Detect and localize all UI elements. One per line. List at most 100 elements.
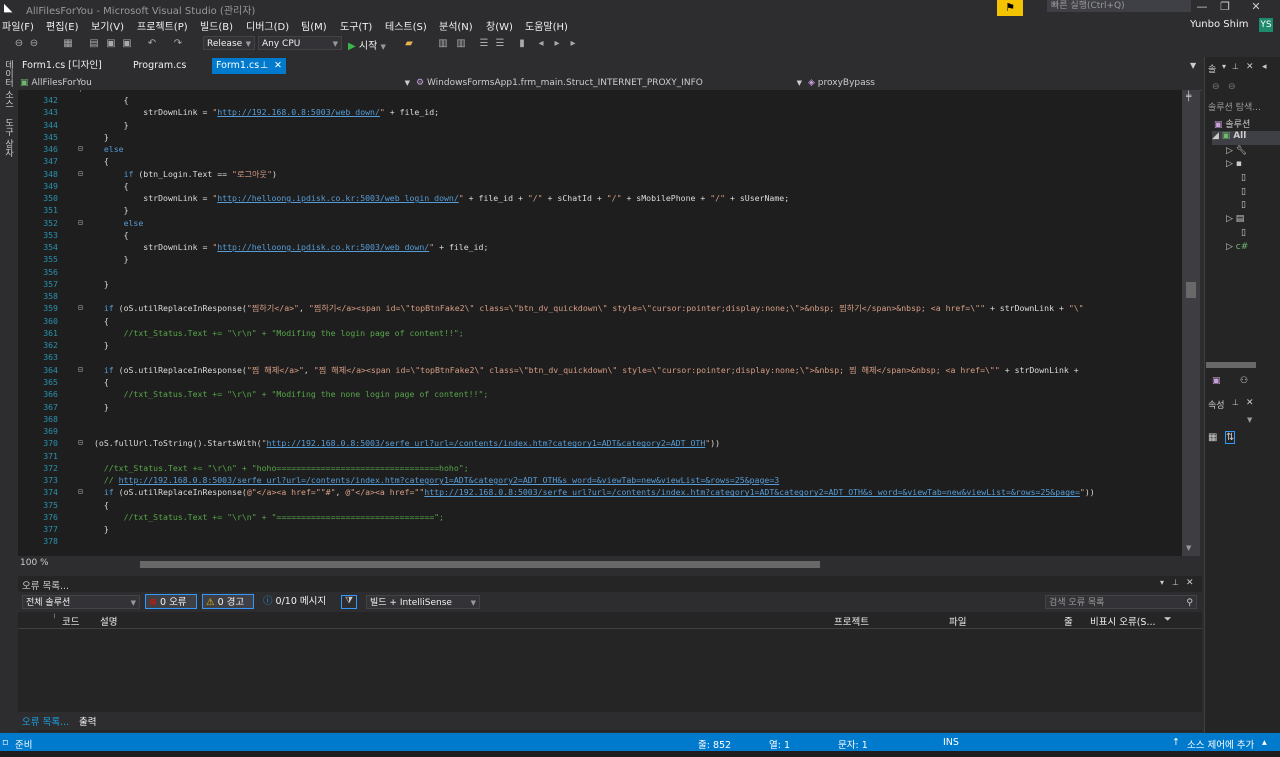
redo-icon[interactable]: ↷ <box>172 38 184 50</box>
tab-form1-cs[interactable]: Form1.cs ⊥ ✕ <box>212 58 286 74</box>
forward-icon[interactable]: ⊖ <box>1228 82 1236 92</box>
save-icon[interactable]: ▣ <box>105 38 117 50</box>
code-line[interactable]: 350 strDownLink = "http://helloong.ipdis… <box>18 192 1182 204</box>
tab-error-list[interactable]: 오류 목록... <box>22 714 69 728</box>
tab-list-icon[interactable]: ▼ <box>1190 61 1196 70</box>
undo-icon[interactable]: ↶ <box>146 38 158 50</box>
solution-hscroll-thumb[interactable] <box>1206 362 1256 368</box>
bookmark-icon[interactable]: ▮ <box>516 38 528 50</box>
bookmark-clear-icon[interactable]: ▸ <box>567 38 579 50</box>
notification-flag-icon[interactable]: ⚑ <box>997 0 1023 16</box>
code-line[interactable]: 343 strDownLink = "http://192.168.0.8:50… <box>18 106 1182 118</box>
menu-team[interactable]: 팀(M) <box>301 18 327 33</box>
code-line[interactable]: 372 //txt_Status.Text += "\r\n" + "hoho=… <box>18 462 1182 474</box>
split-icon[interactable]: ╪ <box>1186 92 1191 102</box>
code-line[interactable]: 377 } <box>18 523 1182 535</box>
type-dropdown[interactable]: ⚙ WindowsFormsApp1.frm_main.Struct_INTER… <box>416 76 802 90</box>
error-search-input[interactable]: 검색 오류 목록 ⚲ <box>1045 595 1197 609</box>
fold-toggle-icon[interactable]: ⊟ <box>78 486 83 498</box>
tree-item[interactable]: ▷ ▤ <box>1226 214 1244 228</box>
code-line[interactable]: 342 { <box>18 94 1182 106</box>
outdent-icon[interactable]: ☰ <box>494 38 506 50</box>
close-icon[interactable]: ✕ <box>1246 0 1266 14</box>
build-filter-dropdown[interactable]: 빌드 + IntelliSense ▼ <box>366 595 480 609</box>
menu-project[interactable]: 프로젝트(P) <box>137 18 188 33</box>
code-line[interactable]: 348 ⊟ if (btn_Login.Text == "로그아웃") <box>18 168 1182 180</box>
tree-solution[interactable]: ▣ 솔루션 <box>1214 117 1250 131</box>
tab-data-sources[interactable]: 데이터 소스 <box>2 60 15 108</box>
column-line[interactable]: 줄 <box>1064 614 1073 628</box>
code-line[interactable]: 376 //txt_Status.Text += "\r\n" + "=====… <box>18 511 1182 523</box>
column-file[interactable]: 파일 <box>949 614 966 628</box>
code-line[interactable]: 378 <box>18 535 1182 547</box>
code-line[interactable]: 361 //txt_Status.Text += "\r\n" + "Modif… <box>18 327 1182 339</box>
configuration-dropdown[interactable]: Release ▼ <box>203 36 255 50</box>
menu-tools[interactable]: 도구(T) <box>340 18 372 33</box>
fold-toggle-icon[interactable]: ⊟ <box>78 143 83 155</box>
code-line[interactable]: 357 } <box>18 278 1182 290</box>
tab-toolbox[interactable]: 도구 상자 <box>2 118 15 157</box>
back-icon[interactable]: ⊖ <box>13 38 25 50</box>
project-dropdown[interactable]: ▣ AllFilesForYou ▼ <box>20 76 410 90</box>
zoom-level[interactable]: 100 % <box>20 558 49 568</box>
panel-menu-icon[interactable]: ▾ <box>1222 62 1226 71</box>
tab-program-cs[interactable]: Program.cs <box>129 58 211 74</box>
code-line[interactable]: 355 } <box>18 253 1182 265</box>
platform-dropdown[interactable]: Any CPU ▼ <box>258 36 342 50</box>
code-line[interactable]: 373 // http://192.168.0.8:5003/serfe_url… <box>18 474 1182 486</box>
filter-column-icon[interactable]: ⏷ <box>1164 614 1172 625</box>
code-line[interactable]: 368 <box>18 413 1182 425</box>
chevron-up-icon[interactable]: ▴ <box>1262 737 1267 748</box>
code-line[interactable]: 367 } <box>18 401 1182 413</box>
folder-icon[interactable]: ▰ <box>403 38 415 50</box>
filter-icon[interactable]: ⧩ <box>341 595 357 609</box>
code-line[interactable]: 365 { <box>18 376 1182 388</box>
pin-icon[interactable]: ⊥ <box>1232 62 1239 71</box>
fold-toggle-icon[interactable]: ⊟ <box>78 437 83 449</box>
column-description[interactable]: 설명 <box>100 614 117 628</box>
code-line[interactable]: 347 { <box>18 155 1182 167</box>
tree-item[interactable]: ▯ <box>1241 187 1246 201</box>
fold-toggle-icon[interactable]: ⊟ <box>78 168 83 180</box>
warnings-filter-button[interactable]: ⚠ 0 경고 <box>202 594 254 609</box>
panel-menu-icon[interactable]: ▾ <box>1160 578 1164 587</box>
categorized-icon[interactable]: ▦ <box>1208 432 1217 443</box>
tab-form1-designer[interactable]: Form1.cs [디자인] <box>18 58 128 74</box>
team-explorer-tab-icon[interactable]: ⚇ <box>1240 376 1248 386</box>
code-line[interactable]: 366 //txt_Status.Text += "\r\n" + "Modif… <box>18 388 1182 400</box>
code-line[interactable]: 359 ⊟ if (oS.utilReplaceInResponse("찜하기</… <box>18 302 1182 314</box>
code-line[interactable]: 354 strDownLink = "http://helloong.ipdis… <box>18 241 1182 253</box>
menu-build[interactable]: 빌드(B) <box>200 18 233 33</box>
tree-item[interactable]: ▯ <box>1241 228 1246 242</box>
menu-analyze[interactable]: 분석(N) <box>439 18 473 33</box>
tree-project[interactable]: ◢ ▣ All <box>1212 131 1280 145</box>
code-line[interactable]: 356 <box>18 266 1182 278</box>
menu-file[interactable]: 파일(F) <box>2 18 34 33</box>
solution-explorer-tab-icon[interactable]: ▣ <box>1212 376 1221 386</box>
tree-item[interactable]: ▷ ▪ <box>1226 159 1242 173</box>
column-code[interactable]: 코드 <box>62 614 79 628</box>
column-suppression[interactable]: 비표시 오류(S... <box>1090 614 1156 628</box>
minimize-icon[interactable]: — <box>1192 0 1212 14</box>
horizontal-scroll-thumb[interactable] <box>140 561 820 568</box>
bookmark-next-icon[interactable]: ▸ <box>551 38 563 50</box>
messages-filter-button[interactable]: ⓘ 0/10 메시지 <box>260 594 336 609</box>
member-dropdown[interactable]: ◈ proxyBypass <box>808 76 1188 90</box>
code-line[interactable]: 352 ⊟ else <box>18 217 1182 229</box>
code-line[interactable]: 358 <box>18 290 1182 302</box>
open-file-icon[interactable]: ▤ <box>88 38 100 50</box>
column-project[interactable]: 프로젝트 <box>834 614 869 628</box>
errors-filter-button[interactable]: ⊗ 0 오류 <box>145 594 197 609</box>
menu-view[interactable]: 보기(V) <box>91 18 124 33</box>
code-line[interactable]: 363 <box>18 351 1182 363</box>
pin-icon[interactable]: ⊥ <box>260 58 268 74</box>
bookmark-prev-icon[interactable]: ◂ <box>535 38 547 50</box>
code-line[interactable]: 374 ⊟ if (oS.utilReplaceInResponse(@"</a>… <box>18 486 1182 498</box>
forward-icon[interactable]: ⊖ <box>28 38 40 50</box>
status-insert-mode[interactable]: INS <box>943 737 959 748</box>
alphabetical-icon[interactable]: ⇅ <box>1225 431 1236 444</box>
tree-item[interactable]: ▯ <box>1241 173 1246 187</box>
tab-output[interactable]: 출력 <box>79 714 96 728</box>
indent-icon[interactable]: ☰ <box>478 38 490 50</box>
layout-icon[interactable]: ▥ <box>455 38 467 50</box>
